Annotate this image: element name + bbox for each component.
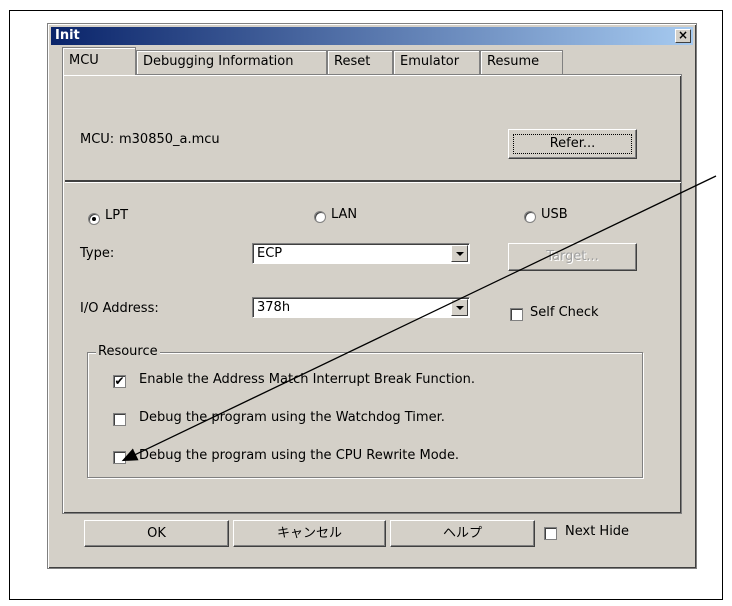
annotation-arrow [121, 175, 717, 462]
